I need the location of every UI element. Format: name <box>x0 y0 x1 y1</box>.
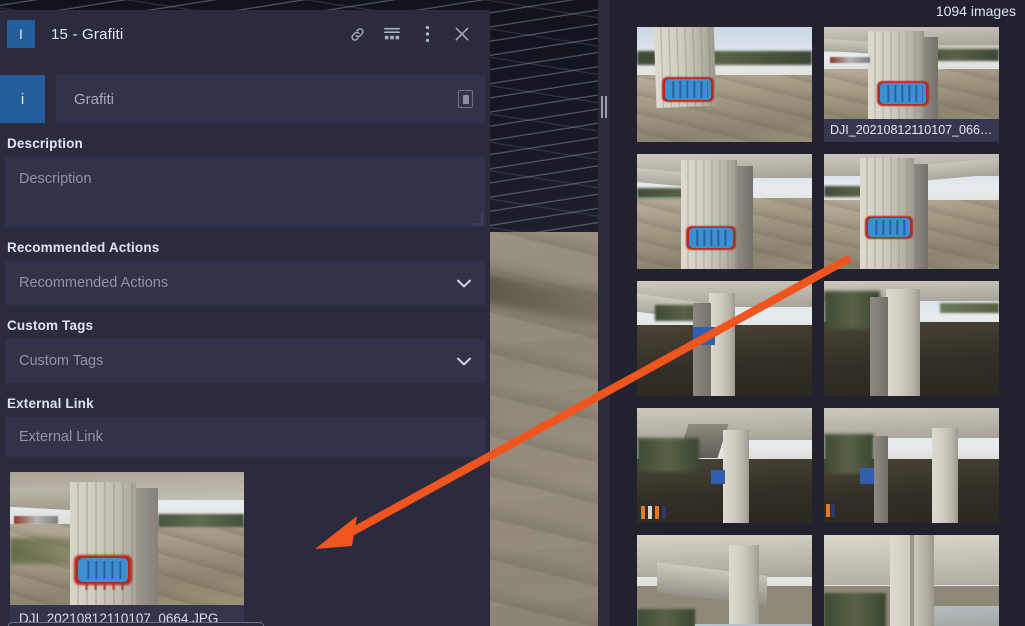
close-icon[interactable] <box>452 24 472 44</box>
panel-divider[interactable] <box>598 0 610 626</box>
thumbnail-item[interactable] <box>637 154 812 269</box>
thumbnail-item[interactable] <box>824 535 999 626</box>
custom-tags-select[interactable]: Custom Tags <box>5 339 485 383</box>
description-label: Description <box>7 136 83 151</box>
thumbnail-item-selected[interactable]: DJI_20210812110107_0664.... <box>824 27 999 142</box>
release-tracker-chip[interactable]: Release Tracker Card Saves Online <box>8 622 264 626</box>
thumbnail-image[interactable] <box>824 535 999 626</box>
thumbnail-item[interactable] <box>824 281 999 396</box>
recommended-actions-select[interactable]: Recommended Actions <box>5 261 485 305</box>
drag-handle-icon[interactable] <box>601 96 608 118</box>
thumbnail-image[interactable] <box>824 154 999 269</box>
id-card-icon[interactable] <box>458 90 473 108</box>
graffiti-tag <box>74 555 132 585</box>
thumbnail-item[interactable] <box>637 408 812 523</box>
gallery-header: 1094 images <box>610 0 1025 21</box>
thumbnail-grid: DJI_20210812110107_0664.... <box>610 21 1025 626</box>
custom-tags-label: Custom Tags <box>7 318 94 333</box>
image-gallery: 1094 images DJI_20210812110107_0664.... <box>610 0 1025 626</box>
thumbnail-item[interactable] <box>637 27 812 142</box>
panel-header-actions <box>347 24 472 44</box>
thumbnail-item[interactable] <box>637 281 812 396</box>
panel-badge: I <box>7 20 35 48</box>
thumbnail-image[interactable] <box>824 281 999 396</box>
preview-card[interactable]: DJI_20210812110107_0664.JPG <box>10 472 244 626</box>
thumbnail-item[interactable] <box>824 154 999 269</box>
recommended-actions-label: Recommended Actions <box>7 240 160 255</box>
tab-info-label: i <box>20 90 25 108</box>
title-row: i Grafiti <box>0 75 490 123</box>
info-panel: I 15 - Grafiti i Grafiti Description Des… <box>0 10 490 626</box>
thumbnail-item[interactable] <box>824 408 999 523</box>
external-link-input[interactable]: External Link <box>5 417 485 457</box>
layout-icon[interactable] <box>382 24 402 44</box>
form-body: Description Description Recommended Acti… <box>0 136 490 626</box>
external-link-placeholder: External Link <box>19 429 103 445</box>
description-input[interactable]: Description <box>5 157 485 227</box>
page-title: 15 - Grafiti <box>51 25 124 43</box>
thumbnail-filename: DJI_20210812110107_0664.... <box>824 119 999 142</box>
thumbnail-image[interactable] <box>637 535 812 626</box>
chevron-down-icon[interactable] <box>457 279 471 288</box>
thumbnail-image[interactable] <box>824 27 999 123</box>
thumbnail-image[interactable] <box>824 408 999 523</box>
preview-image[interactable] <box>10 472 244 605</box>
external-link-label: External Link <box>7 396 94 411</box>
title-input[interactable]: Grafiti <box>56 75 485 123</box>
description-placeholder: Description <box>19 171 92 187</box>
link-icon[interactable] <box>347 24 367 44</box>
custom-tags-placeholder: Custom Tags <box>19 353 104 369</box>
image-count-label: 1094 images <box>935 2 1016 19</box>
thumbnail-item[interactable] <box>637 535 812 626</box>
app-root: I 15 - Grafiti i Grafiti Description Des… <box>0 0 1025 626</box>
panel-badge-letter: I <box>19 26 23 42</box>
chevron-down-icon[interactable] <box>457 357 471 366</box>
panel-header: I 15 - Grafiti <box>0 10 490 58</box>
kebab-menu-icon[interactable] <box>417 24 437 44</box>
thumbnail-image[interactable] <box>637 27 812 142</box>
recommended-actions-placeholder: Recommended Actions <box>19 275 169 291</box>
thumbnail-image[interactable] <box>637 154 812 269</box>
resize-grip-icon[interactable] <box>471 213 483 225</box>
thumbnail-image[interactable] <box>637 408 812 523</box>
tab-info[interactable]: i <box>0 75 45 123</box>
title-input-placeholder: Grafiti <box>74 90 115 108</box>
thumbnail-image[interactable] <box>637 281 812 396</box>
